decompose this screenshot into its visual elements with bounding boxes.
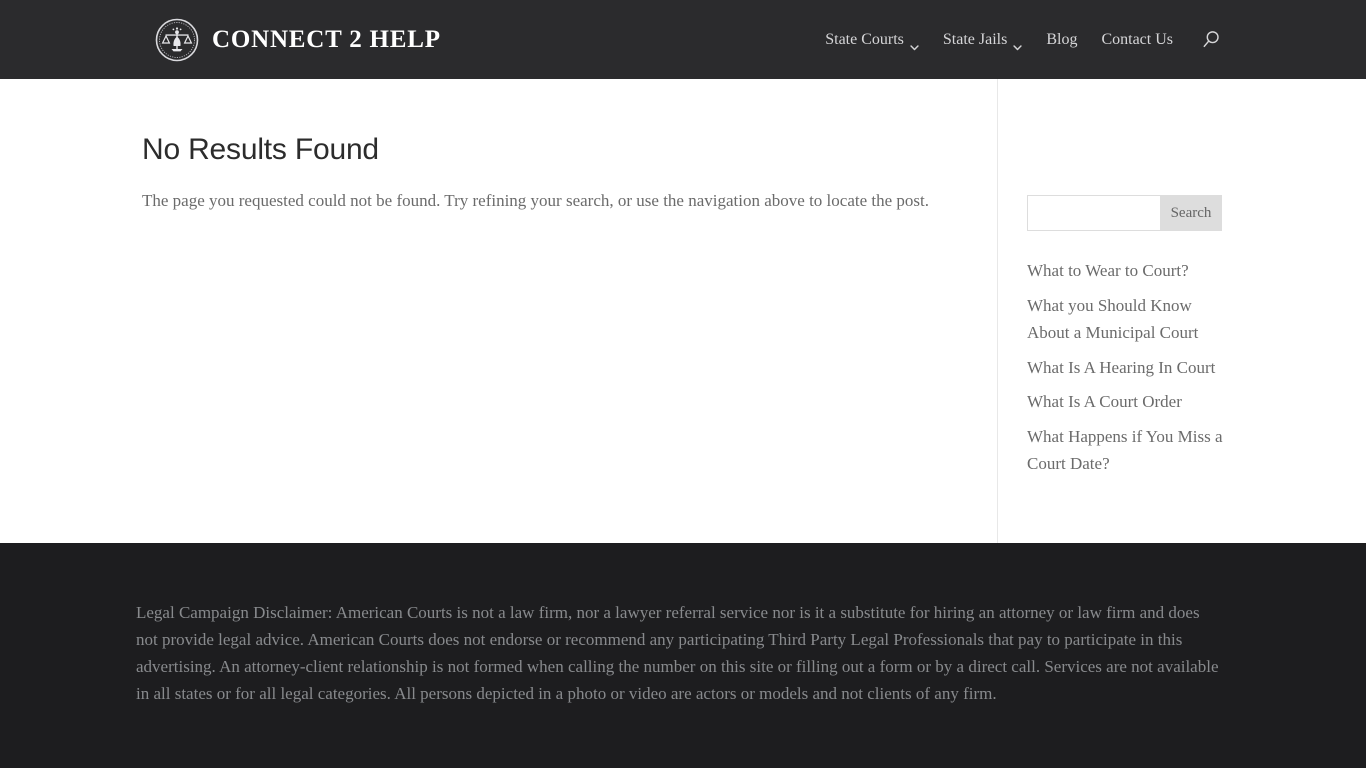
site-header: CONNECT 2 HELP State Courts State Jails … bbox=[0, 0, 1366, 79]
nav-item-state-courts[interactable]: State Courts bbox=[813, 30, 931, 50]
brand-name: CONNECT 2 HELP bbox=[212, 26, 441, 53]
list-item: What Happens if You Miss a Court Date? bbox=[1027, 423, 1232, 478]
site-footer: Legal Campaign Disclaimer: American Cour… bbox=[0, 543, 1366, 768]
list-item: What Is A Court Order bbox=[1027, 388, 1232, 416]
nav-item-state-jails[interactable]: State Jails bbox=[931, 30, 1034, 50]
chevron-down-icon bbox=[910, 38, 919, 50]
search-submit-button[interactable]: Search bbox=[1160, 195, 1222, 231]
nav-label-blog: Blog bbox=[1046, 30, 1078, 48]
recent-post-link[interactable]: What Is A Court Order bbox=[1027, 388, 1232, 416]
recent-post-link[interactable]: What you Should Know About a Municipal C… bbox=[1027, 292, 1232, 347]
nav-item-contact-us[interactable]: Contact Us bbox=[1089, 31, 1185, 49]
nav-item-blog[interactable]: Blog bbox=[1034, 31, 1089, 49]
list-item: What Is A Hearing In Court bbox=[1027, 354, 1232, 382]
legal-disclaimer: Legal Campaign Disclaimer: American Cour… bbox=[136, 603, 1219, 703]
page-body: No Results Found The page you requested … bbox=[0, 79, 1366, 543]
sidebar-search-form: Search bbox=[1027, 195, 1222, 231]
search-icon[interactable] bbox=[1199, 28, 1223, 52]
chevron-down-icon bbox=[1013, 38, 1022, 50]
list-item: What you Should Know About a Municipal C… bbox=[1027, 292, 1232, 347]
main-content: No Results Found The page you requested … bbox=[0, 79, 998, 543]
scales-of-justice-seal-icon bbox=[155, 18, 199, 62]
recent-post-link[interactable]: What Happens if You Miss a Court Date? bbox=[1027, 423, 1232, 478]
page-title: No Results Found bbox=[142, 133, 379, 166]
brand-logo-link[interactable]: CONNECT 2 HELP bbox=[155, 18, 441, 62]
page-description: The page you requested could not be foun… bbox=[142, 191, 929, 210]
main-navigation: State Courts State Jails Blog Contact Us bbox=[813, 28, 1223, 52]
list-item: What to Wear to Court? bbox=[1027, 257, 1232, 285]
nav-label-contact-us: Contact Us bbox=[1101, 30, 1173, 48]
search-input[interactable] bbox=[1027, 195, 1160, 231]
recent-post-link[interactable]: What Is A Hearing In Court bbox=[1027, 354, 1232, 382]
recent-posts-list: What to Wear to Court? What you Should K… bbox=[1027, 257, 1232, 478]
sidebar: Search What to Wear to Court? What you S… bbox=[998, 79, 1366, 543]
nav-label-state-jails: State Jails bbox=[942, 30, 1008, 48]
nav-label-state-courts: State Courts bbox=[825, 30, 904, 48]
recent-post-link[interactable]: What to Wear to Court? bbox=[1027, 257, 1232, 285]
